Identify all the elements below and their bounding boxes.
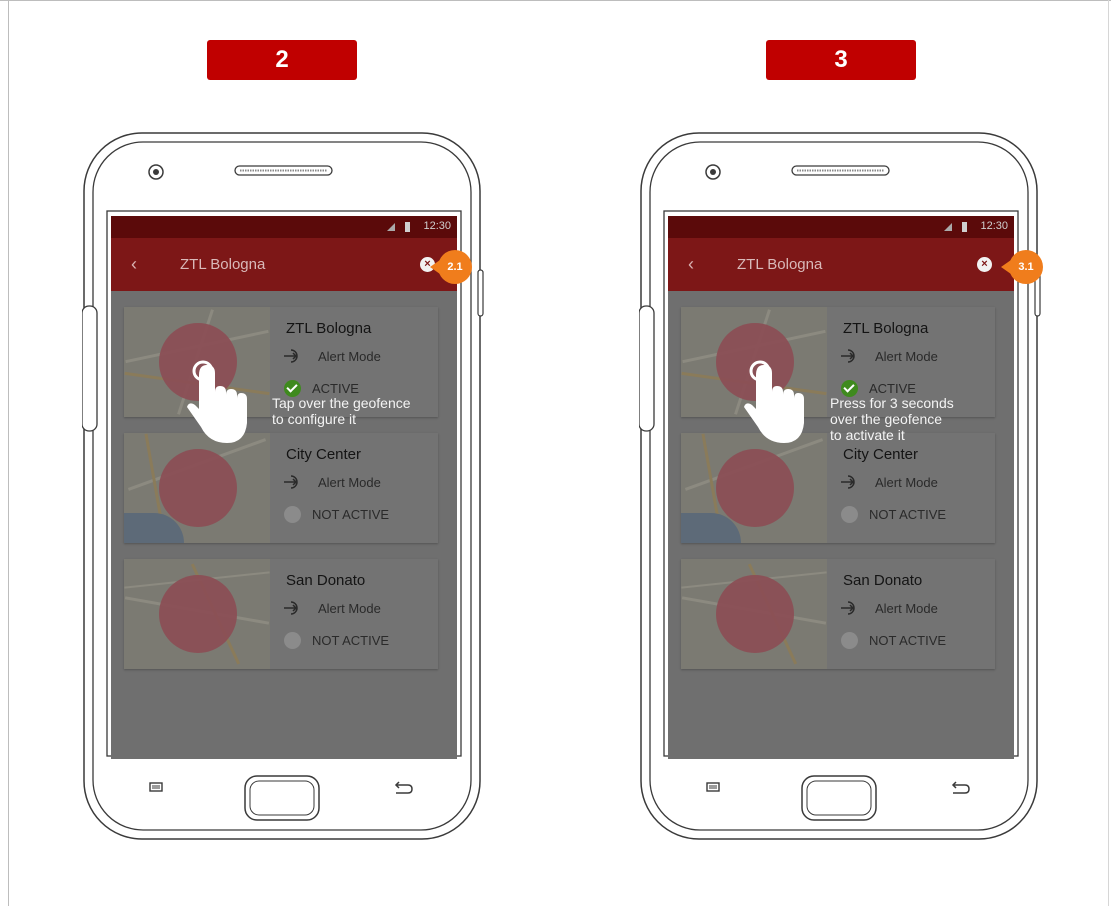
- geofence-card[interactable]: City Center Alert Mode NOT ACTIVE: [124, 433, 438, 543]
- gesture-hint: Tap over the geofence to configure it: [272, 395, 411, 427]
- map-thumbnail[interactable]: [681, 559, 827, 669]
- map-thumbnail[interactable]: [124, 559, 270, 669]
- signal-icon: [387, 223, 395, 231]
- grey-circle-icon: [841, 506, 858, 523]
- pointing-hand-icon: [187, 360, 247, 443]
- status-label: ACTIVE: [312, 381, 359, 396]
- phone-screen: 12:30 ‹ ZTL Bologna × ZTL Bologna Alert …: [668, 216, 1014, 759]
- geofence-card[interactable]: San Donato Alert Mode NOT ACTIVE: [124, 559, 438, 669]
- phone-mockup-step-3: 12:30 ‹ ZTL Bologna × ZTL Bologna Alert …: [639, 131, 1043, 843]
- status-label: NOT ACTIVE: [869, 633, 947, 648]
- grey-circle-icon: [284, 506, 301, 523]
- enter-arrow-icon: [841, 349, 855, 363]
- geofence-name: City Center: [286, 446, 362, 463]
- status-bar: 12:30: [668, 216, 1014, 238]
- alert-mode-label: Alert Mode: [318, 475, 381, 490]
- alert-mode-label: Alert Mode: [875, 349, 938, 364]
- battery-icon: [962, 222, 967, 232]
- frame-right-border: [1108, 0, 1109, 906]
- geofence-card[interactable]: San Donato Alert Mode NOT ACTIVE: [681, 559, 995, 669]
- app-bar: ‹ ZTL Bologna ×: [111, 238, 457, 291]
- status-time: 12:30: [423, 220, 451, 232]
- app-bar: ‹ ZTL Bologna ×: [668, 238, 1014, 291]
- status-bar: 12:30: [111, 216, 457, 238]
- callout-marker: 3.1: [1001, 250, 1043, 284]
- frame-top-border: [0, 0, 1111, 1]
- callout-marker: 2.1: [430, 250, 472, 284]
- map-thumbnail[interactable]: [124, 433, 270, 543]
- frame-left-border: [8, 0, 9, 906]
- step-badge-3: 3: [766, 40, 916, 80]
- status-label: NOT ACTIVE: [312, 507, 390, 522]
- geofence-circle[interactable]: [716, 449, 794, 527]
- app-bar-title: ZTL Bologna: [180, 256, 266, 273]
- pointing-hand-icon: [744, 360, 804, 443]
- enter-arrow-icon: [841, 601, 855, 615]
- status-time: 12:30: [980, 220, 1008, 232]
- enter-arrow-icon: [841, 475, 855, 489]
- phone-screen: 12:30 ‹ ZTL Bologna × ZTL Bologna Alert …: [111, 216, 457, 759]
- status-label: NOT ACTIVE: [312, 633, 390, 648]
- alert-mode-label: Alert Mode: [318, 349, 381, 364]
- geofence-circle[interactable]: [159, 575, 237, 653]
- signal-icon: [944, 223, 952, 231]
- geofence-circle[interactable]: [159, 449, 237, 527]
- geofence-name: City Center: [843, 446, 919, 463]
- status-label: NOT ACTIVE: [869, 507, 947, 522]
- geofence-card[interactable]: City Center Alert Mode NOT ACTIVE: [681, 433, 995, 543]
- grey-circle-icon: [841, 632, 858, 649]
- alert-mode-label: Alert Mode: [875, 601, 938, 616]
- enter-arrow-icon: [284, 475, 298, 489]
- status-label: ACTIVE: [869, 381, 916, 396]
- alert-mode-label: Alert Mode: [875, 475, 938, 490]
- map-thumbnail[interactable]: [681, 433, 827, 543]
- gesture-hint: Press for 3 seconds over the geofence to…: [830, 395, 954, 443]
- close-icon[interactable]: ×: [977, 257, 992, 272]
- alert-mode-label: Alert Mode: [318, 601, 381, 616]
- grey-circle-icon: [284, 632, 301, 649]
- battery-icon: [405, 222, 410, 232]
- app-bar-title: ZTL Bologna: [737, 256, 823, 273]
- geofence-name: ZTL Bologna: [286, 320, 372, 337]
- step-badge-2: 2: [207, 40, 357, 80]
- geofence-circle[interactable]: [716, 575, 794, 653]
- enter-arrow-icon: [284, 601, 298, 615]
- enter-arrow-icon: [284, 349, 298, 363]
- phone-mockup-step-2: 12:30 ‹ ZTL Bologna × ZTL Bologna Alert …: [82, 131, 484, 843]
- geofence-name: San Donato: [286, 572, 366, 589]
- geofence-name: San Donato: [843, 572, 923, 589]
- back-arrow-icon[interactable]: ‹: [131, 254, 137, 275]
- geofence-name: ZTL Bologna: [843, 320, 929, 337]
- back-arrow-icon[interactable]: ‹: [688, 254, 694, 275]
